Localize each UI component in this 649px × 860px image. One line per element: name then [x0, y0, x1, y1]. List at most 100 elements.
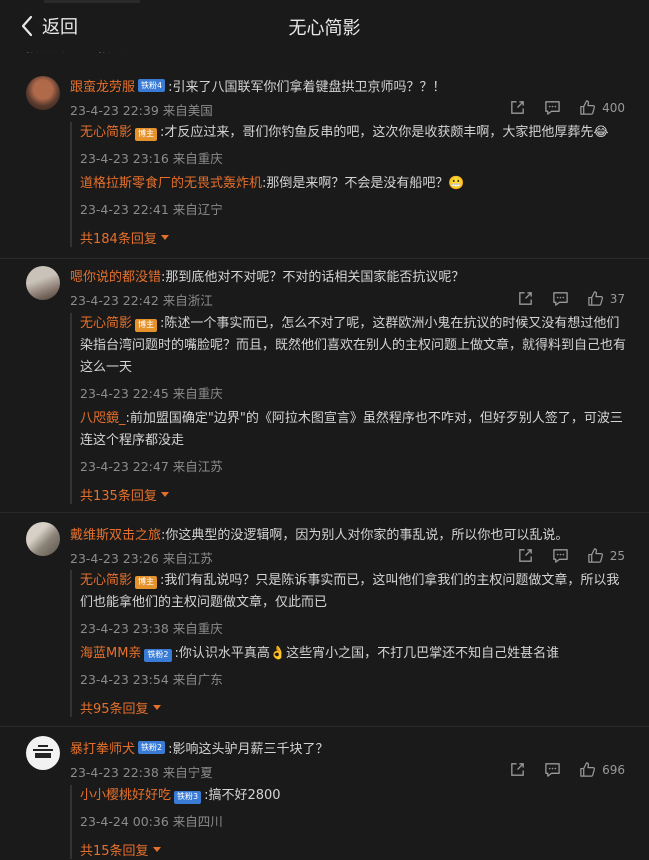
reply-username[interactable]: 小小樱桃好好吃 — [80, 788, 171, 803]
share-icon — [511, 101, 524, 114]
thumbs-up-icon — [587, 548, 603, 563]
share-button[interactable] — [509, 99, 526, 116]
comment-location: 来自宁夏 — [162, 765, 213, 780]
comment-icon — [552, 549, 568, 563]
comment-text: :那到底他对不对呢？不对的话相关国家能否抗议呢？ — [161, 270, 465, 285]
reply-text: :搞不好2800 — [204, 788, 281, 803]
thumbs-up-icon — [587, 291, 603, 306]
comment-time: 23-4-23 22:38 — [70, 765, 159, 780]
caret-down-icon — [152, 847, 161, 852]
comment-username[interactable]: 暴打拳师犬 — [70, 738, 135, 757]
divider — [0, 258, 649, 259]
reply-location: 来自重庆 — [172, 386, 223, 401]
avatar[interactable] — [26, 76, 60, 110]
reply-item: 道格拉斯零食厂的无畏式轰炸机:那倒是来啊？不会是没有船吧？😬 23-4-23 2… — [72, 173, 630, 218]
comment-icon — [552, 292, 568, 306]
reply-location: 来自辽宁 — [172, 202, 223, 217]
comment-actions: 37 — [499, 290, 625, 307]
reply-button[interactable] — [552, 290, 569, 307]
comment-username[interactable]: 戴维斯双击之旅 — [70, 524, 161, 543]
share-icon — [518, 549, 532, 562]
more-replies-link[interactable]: 共15条回复 — [80, 840, 161, 859]
blogger-badge: 博主 — [135, 318, 158, 332]
reply-time: 23-4-24 00:36 — [80, 814, 169, 829]
avatar[interactable] — [26, 736, 60, 770]
comment-icon — [545, 763, 560, 777]
reply-text: :陈述一个事实而已，怎么不对了呢，这群欧洲小鬼在抗议的时候又没有想过他们染指台湾… — [80, 316, 627, 375]
comment-location: 来自浙江 — [162, 293, 213, 308]
reply-username[interactable]: 八咫鏡_ — [80, 411, 126, 426]
comment-meta: 23-4-23 22:38 来自宁夏 — [70, 762, 213, 781]
comment-username[interactable]: 跟蛮龙劳服 — [70, 76, 135, 95]
comment-location: 来自江苏 — [162, 551, 213, 566]
like-button[interactable]: 37 — [587, 290, 625, 307]
reply-username[interactable]: 无心简影 — [80, 316, 132, 331]
reply-time: 23-4-23 23:54 — [80, 672, 169, 687]
reply-text: :才反应过来，哥们你钓鱼反串的吧，这次你是收获颇丰啊，大家把他厚葬先 — [160, 125, 594, 140]
like-count: 37 — [609, 291, 625, 306]
more-replies-link[interactable]: 共95条回复 — [80, 698, 161, 717]
reply-list: 小小樱桃好好吃 铁粉3:搞不好2800 23-4-24 00:36 来自四川 共1… — [70, 785, 630, 859]
comment-time: 23-4-23 22:39 — [70, 103, 159, 118]
reply-item: 海蓝MM亲 铁粉2:你认识水平真高👌这些宵小之国，不打几巴掌还不知自己姓甚名谁 2… — [72, 643, 630, 688]
reply-username[interactable]: 无心简影 — [80, 125, 132, 140]
avatar-logo-icon — [33, 745, 53, 758]
comment-icon — [545, 101, 560, 115]
reply-button[interactable] — [544, 99, 561, 116]
more-replies-label: 共15条回复 — [80, 844, 149, 859]
reply-time: 23-4-23 22:45 — [80, 386, 169, 401]
reply-time: 23-4-23 22:47 — [80, 459, 169, 474]
like-button[interactable]: 696 — [579, 761, 625, 778]
like-count: 696 — [602, 762, 625, 777]
more-replies-label: 共95条回复 — [80, 702, 149, 717]
comment-actions: 25 — [499, 547, 625, 564]
caret-down-icon — [160, 235, 169, 240]
caret-down-icon — [160, 492, 169, 497]
reply-button[interactable] — [552, 547, 569, 564]
like-count: 25 — [609, 548, 625, 563]
share-button[interactable] — [517, 547, 534, 564]
comment-location: 来自美国 — [162, 103, 213, 118]
comment-meta: 23-4-23 23:26 来自江苏 — [70, 548, 213, 567]
divider — [0, 512, 649, 513]
more-replies-link[interactable]: 共184条回复 — [80, 228, 169, 247]
reply-list: 无心简影 博主:才反应过来，哥们你钓鱼反串的吧，这次你是收获颇丰啊，大家把他厚葬先… — [70, 122, 630, 247]
caret-down-icon — [152, 705, 161, 710]
reply-time: 23-4-23 23:38 — [80, 621, 169, 636]
top-edge-decoration — [44, 0, 140, 3]
comment-line: 暴打拳师犬 铁粉2 :影响这头驴月薪三千块了？ — [70, 738, 329, 757]
grimace-emoji-icon: 😬 — [448, 176, 465, 191]
fan-badge: 铁粉3 — [174, 790, 202, 804]
comment-username[interactable]: 嗯你说的都没错 — [70, 266, 161, 285]
thumbs-up-icon — [580, 100, 596, 115]
like-button[interactable]: 25 — [587, 547, 625, 564]
more-replies-link[interactable]: 共135条回复 — [80, 485, 169, 504]
reply-username[interactable]: 道格拉斯零食厂的无畏式轰炸机 — [80, 176, 262, 191]
reply-username[interactable]: 海蓝MM亲 — [80, 646, 141, 661]
share-icon — [511, 763, 524, 776]
blogger-badge: 博主 — [135, 127, 158, 141]
comment-meta: 23-4-23 22:39 来自美国 — [70, 100, 213, 119]
blogger-badge: 博主 — [135, 575, 158, 589]
fan-badge: 铁粉2 — [144, 648, 172, 662]
like-button[interactable]: 400 — [579, 99, 625, 116]
reply-username[interactable]: 无心简影 — [80, 573, 132, 588]
share-button[interactable] — [509, 761, 526, 778]
top-bar: 返回 无心简影 — [0, 0, 649, 52]
share-button[interactable] — [517, 290, 534, 307]
reply-button[interactable] — [544, 761, 561, 778]
reply-item: 小小樱桃好好吃 铁粉3:搞不好2800 23-4-24 00:36 来自四川 — [72, 785, 630, 830]
reply-text-continued: 这些宵小之国，不打几巴掌还不知自己姓甚名谁 — [286, 646, 560, 661]
reply-location: 来自四川 — [172, 814, 223, 829]
reply-location: 来自广东 — [172, 672, 223, 687]
more-replies-label: 共135条回复 — [80, 489, 157, 504]
fan-badge: 铁粉2 — [138, 741, 166, 754]
comment-text: :你这典型的没逻辑啊，因为别人对你家的事乱说，所以你也可以乱说。 — [161, 528, 569, 543]
reply-text: :那倒是来啊？不会是没有船吧？ — [262, 176, 449, 191]
comment-actions: 696 — [491, 761, 625, 778]
avatar[interactable] — [26, 266, 60, 300]
avatar[interactable] — [26, 522, 60, 556]
page-title: 无心简影 — [288, 18, 361, 39]
comment-line: 嗯你说的都没错 :那到底他对不对呢？不对的话相关国家能否抗议呢？ — [70, 266, 464, 285]
comment-time: 23-4-23 23:26 — [70, 551, 159, 566]
